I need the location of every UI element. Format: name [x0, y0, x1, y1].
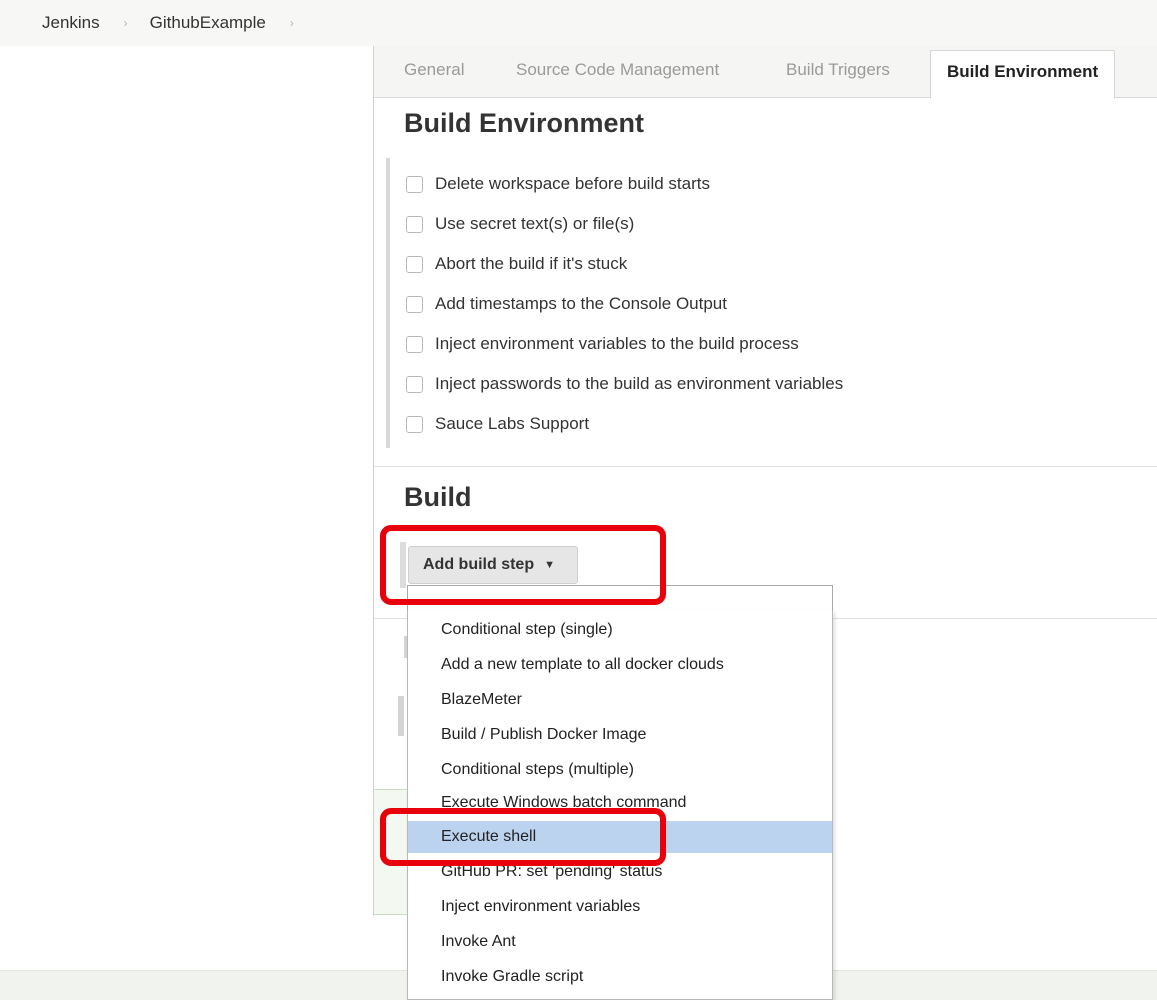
breadcrumb: Jenkins › GithubExample › — [0, 0, 1157, 46]
breadcrumb-githubexample[interactable]: GithubExample — [150, 13, 266, 33]
option-label: Delete workspace before build starts — [435, 174, 710, 193]
tab-general[interactable]: General — [404, 60, 464, 80]
menu-item-github-pr-pending[interactable]: GitHub PR: set 'pending' status — [408, 856, 832, 888]
inject-env-vars-checkbox[interactable] — [406, 335, 423, 353]
option-use-secret-text[interactable]: Use secret text(s) or file(s) — [406, 214, 634, 234]
option-label: Abort the build if it's stuck — [435, 254, 628, 273]
breadcrumb-separator-icon: › — [123, 16, 128, 30]
menu-item-execute-windows-batch[interactable]: Execute Windows batch command — [408, 787, 832, 819]
abort-if-stuck-checkbox[interactable] — [406, 255, 423, 273]
menu-item-execute-shell[interactable]: Execute shell — [408, 821, 832, 853]
config-tabs: General Source Code Management Build Tri… — [374, 46, 1157, 99]
menu-item-build-publish-docker-image[interactable]: Build / Publish Docker Image — [408, 719, 832, 751]
option-add-timestamps[interactable]: Add timestamps to the Console Output — [406, 294, 727, 314]
breadcrumb-jenkins[interactable]: Jenkins — [42, 13, 100, 33]
add-build-step-button[interactable]: Add build step ▼ — [408, 546, 578, 584]
left-pane — [0, 46, 373, 970]
menu-item-invoke-gradle-script[interactable]: Invoke Gradle script — [408, 961, 832, 993]
tab-build-environment[interactable]: Build Environment — [930, 50, 1116, 99]
option-label: Add timestamps to the Console Output — [435, 294, 727, 313]
tab-build-triggers[interactable]: Build Triggers — [786, 60, 890, 80]
delete-workspace-checkbox[interactable] — [406, 175, 423, 193]
option-inject-env-vars[interactable]: Inject environment variables to the buil… — [406, 334, 799, 354]
menu-item-conditional-step-single[interactable]: Conditional step (single) — [408, 614, 832, 646]
menu-item-blazemeter[interactable]: BlazeMeter — [408, 684, 832, 716]
sauce-labs-support-checkbox[interactable] — [406, 415, 423, 433]
use-secret-text-checkbox[interactable] — [406, 215, 423, 233]
build-step-dropdown-menu: Conditional step (single) Add a new temp… — [407, 610, 833, 1000]
inject-passwords-checkbox[interactable] — [406, 375, 423, 393]
option-label: Sauce Labs Support — [435, 414, 590, 433]
option-label: Inject environment variables to the buil… — [435, 334, 799, 353]
add-timestamps-checkbox[interactable] — [406, 295, 423, 313]
option-inject-passwords[interactable]: Inject passwords to the build as environ… — [406, 374, 843, 394]
breadcrumb-separator-icon: › — [289, 16, 294, 30]
tab-source-code-management[interactable]: Source Code Management — [516, 60, 719, 80]
menu-item-invoke-ant[interactable]: Invoke Ant — [408, 926, 832, 958]
build-environment-options: Delete workspace before build starts Use… — [386, 158, 886, 448]
menu-item-add-docker-template[interactable]: Add a new template to all docker clouds — [408, 649, 832, 681]
caret-down-icon: ▼ — [544, 559, 555, 571]
option-label: Inject passwords to the build as environ… — [435, 374, 844, 393]
dropdown-filter-input[interactable] — [407, 585, 833, 611]
menu-item-inject-env-vars[interactable]: Inject environment variables — [408, 891, 832, 923]
add-build-step-label: Add build step — [423, 556, 535, 573]
build-step-handle — [400, 542, 406, 588]
build-heading: Build — [404, 482, 472, 512]
build-environment-heading: Build Environment — [404, 108, 645, 138]
option-label: Use secret text(s) or file(s) — [435, 214, 635, 233]
option-sauce-labs-support[interactable]: Sauce Labs Support — [406, 414, 589, 434]
section-divider — [374, 466, 1157, 467]
option-abort-if-stuck[interactable]: Abort the build if it's stuck — [406, 254, 627, 274]
menu-item-conditional-steps-multiple[interactable]: Conditional steps (multiple) — [408, 754, 832, 786]
partial-handle-fragment — [398, 696, 404, 736]
option-delete-workspace[interactable]: Delete workspace before build starts — [406, 174, 710, 194]
